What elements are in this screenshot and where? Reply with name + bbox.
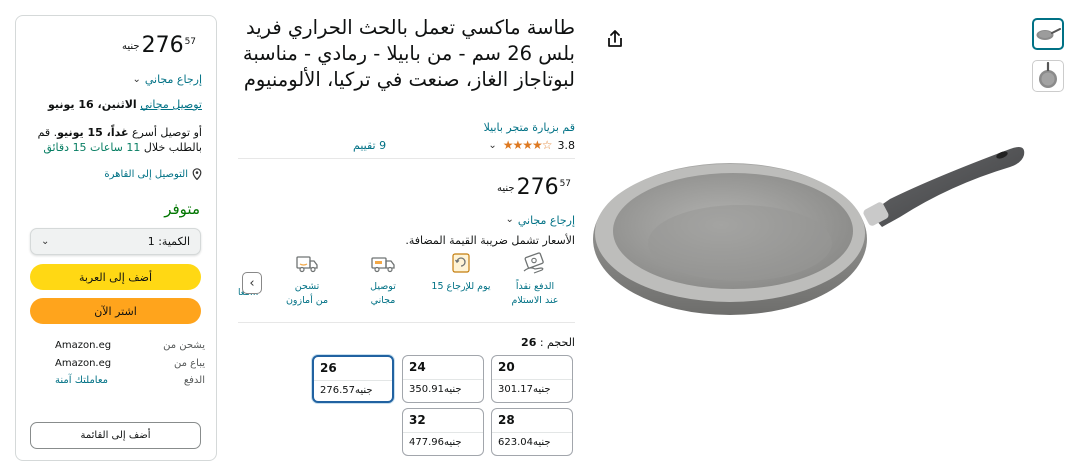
- feature-line2: من أمازون: [285, 295, 329, 306]
- size-option-26[interactable]: 26 276.57جنيه: [312, 355, 394, 403]
- price-currency: جنيه: [497, 183, 515, 194]
- size-price: 276.57جنيه: [320, 385, 373, 396]
- free-return-link[interactable]: إرجاع مجاني: [145, 73, 202, 86]
- size-price: 623.04جنيه: [498, 437, 551, 448]
- feature-line2: عند الاستلام: [511, 295, 559, 306]
- payment-key: الدفع: [183, 375, 205, 386]
- payment-row: الدفع معاملتك آمنة: [55, 375, 205, 386]
- feature-free-delivery[interactable]: توصيل مجاني: [348, 250, 418, 308]
- sold-by-key: يباع من: [174, 358, 205, 369]
- quantity-dropdown[interactable]: ⌄ الكمية: 1: [30, 228, 201, 255]
- delivery-location[interactable]: التوصيل إلى القاهرة: [104, 168, 202, 180]
- feature-15-day-return[interactable]: 15 يوم للإرجاع: [426, 250, 496, 294]
- swatch-divider: [403, 379, 483, 380]
- free-delivery-link[interactable]: توصيل مجاني: [140, 98, 202, 111]
- size-price: 350.91جنيه: [409, 384, 462, 395]
- rating-row: 3.8 ★★★★☆ ⌄ 9 تقييم: [353, 138, 576, 152]
- store-link[interactable]: قم بزيارة متجر بابيلا: [484, 121, 575, 134]
- size-price: 477.96جنيه: [409, 437, 462, 448]
- sold-by-row: يباع من Amazon.eg: [55, 358, 205, 369]
- free-delivery-truck-icon: [371, 257, 395, 273]
- feature-line1: 15 يوم للإرجاع: [431, 281, 491, 292]
- size-option-24[interactable]: 24 350.91جنيه: [402, 355, 484, 403]
- vat-note: الأسعار تشمل ضريبة القيمة المضافة.: [405, 234, 575, 247]
- price-currency: جنيه: [122, 41, 140, 52]
- thumbnail-pan-side[interactable]: [1032, 18, 1064, 50]
- secure-transaction-link[interactable]: معاملتك آمنة: [55, 375, 108, 386]
- rating-count-link[interactable]: 9 تقييم: [353, 139, 386, 152]
- location-pin-icon: [192, 168, 202, 180]
- return-15-days-icon: [452, 253, 470, 273]
- quantity-label: الكمية: 1: [147, 235, 190, 248]
- swatch-divider: [403, 432, 483, 433]
- product-price: جنيه 276 57: [497, 175, 571, 205]
- order-countdown: 11 ساعات 15 دقائق: [43, 141, 141, 154]
- size-price: 301.17جنيه: [498, 384, 551, 395]
- rating-value: 3.8: [557, 138, 576, 152]
- swatch-divider: [314, 380, 392, 381]
- divider: [238, 322, 575, 323]
- fast-delivery-prefix: أو توصيل أسرع: [131, 126, 202, 139]
- size-value: 32: [409, 413, 426, 427]
- chevron-down-icon: ⌄: [132, 74, 141, 85]
- gray-frying-pan-image: [593, 147, 1025, 315]
- star-rating-icon[interactable]: ★★★★☆: [503, 138, 553, 152]
- size-value: 28: [498, 413, 515, 427]
- size-value: 20: [498, 360, 515, 374]
- free-return-link[interactable]: إرجاع مجاني: [518, 214, 575, 227]
- feature-line1: الدفع نقداً: [515, 281, 555, 292]
- size-option-28[interactable]: 28 623.04جنيه: [491, 408, 573, 456]
- buybox-price: جنيه 276 57: [122, 33, 196, 63]
- feature-shipped-by-amazon[interactable]: تشحن من أمازون: [272, 250, 342, 308]
- chevron-down-icon: ⌄: [505, 214, 514, 225]
- size-label-text: الحجم :: [539, 336, 575, 349]
- price-whole: 276: [141, 33, 184, 58]
- feature-line2: مجاني: [370, 295, 396, 306]
- buy-now-button[interactable]: اشتر الآن: [30, 298, 201, 324]
- ships-from-value: Amazon.eg: [55, 340, 112, 351]
- feature-cash-on-delivery[interactable]: الدفع نقداً عند الاستلام: [500, 250, 570, 308]
- divider: [238, 158, 575, 159]
- size-option-32[interactable]: 32 477.96جنيه: [402, 408, 484, 456]
- swatch-divider: [492, 432, 572, 433]
- buybox-free-return[interactable]: إرجاع مجاني ⌄: [132, 73, 202, 86]
- delivery-info: توصيل مجاني الاثنين، 16 يونيو: [48, 98, 202, 111]
- size-option-20[interactable]: 20 301.17جنيه: [491, 355, 573, 403]
- price-fraction: 57: [559, 179, 572, 189]
- stock-status: متوفر: [164, 200, 200, 218]
- pan-side-thumbnail: [1036, 28, 1061, 40]
- pan-top-thumbnail: [1039, 62, 1057, 88]
- thumbnail-pan-top[interactable]: [1032, 60, 1064, 92]
- amazon-shipping-truck-icon: [296, 256, 318, 273]
- delivery-date: الاثنين، 16 يونيو: [48, 98, 137, 111]
- price-whole: 276: [516, 175, 559, 200]
- cash-on-delivery-icon: [523, 252, 544, 274]
- feature-icons-carousel: الدفع نقداً عند الاستلام 15 يوم للإرجاع …: [238, 250, 575, 320]
- ships-from-row: يشحن من Amazon.eg: [55, 340, 205, 351]
- size-value: 26: [320, 361, 337, 375]
- feature-line1: توصيل: [370, 281, 396, 292]
- product-free-return[interactable]: إرجاع مجاني ⌄: [505, 214, 575, 227]
- chevron-down-icon[interactable]: ⌄: [488, 140, 496, 151]
- add-to-cart-button[interactable]: أضف إلى العربة: [30, 264, 201, 290]
- sold-by-value: Amazon.eg: [55, 358, 112, 369]
- size-label: الحجم : 26: [521, 336, 575, 349]
- chevron-left-icon: ‹: [249, 275, 255, 291]
- location-link[interactable]: التوصيل إلى القاهرة: [104, 169, 188, 180]
- fast-delivery-date: غداً، 15 يونيو: [57, 126, 129, 139]
- carousel-prev-button[interactable]: ‹: [242, 272, 262, 294]
- swatch-divider: [492, 379, 572, 380]
- fast-delivery-info: أو توصيل أسرع غداً، 15 يونيو. قم بالطلب …: [30, 125, 202, 155]
- size-value: 24: [409, 360, 426, 374]
- product-title: طاسة ماكسي تعمل بالحث الحراري فريد بلس 2…: [242, 16, 575, 91]
- price-fraction: 57: [184, 37, 197, 47]
- add-to-list-button[interactable]: أضف إلى القائمة: [30, 422, 201, 449]
- size-selected-value: 26: [521, 336, 537, 349]
- share-icon[interactable]: [606, 29, 624, 49]
- feature-line1: تشحن: [294, 281, 320, 292]
- ships-from-key: يشحن من: [163, 340, 205, 351]
- chevron-down-icon: ⌄: [41, 236, 50, 247]
